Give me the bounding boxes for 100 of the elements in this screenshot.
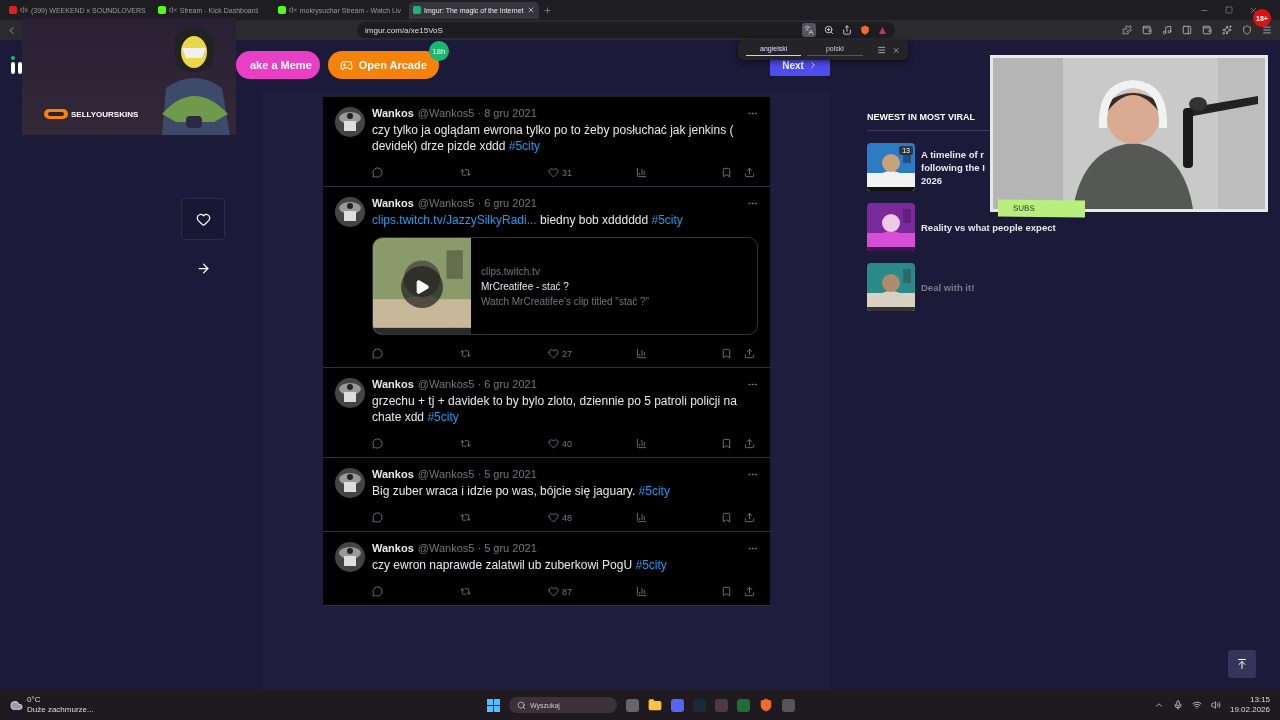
chevron-icon[interactable] <box>1153 700 1164 710</box>
bookmark-icon[interactable] <box>721 167 732 178</box>
sidebar-icon[interactable] <box>1182 25 1192 35</box>
app-icon[interactable] <box>782 698 795 712</box>
views-icon[interactable] <box>636 512 647 523</box>
bookmark-icon[interactable] <box>721 348 732 359</box>
hashtag-link[interactable]: #5city <box>427 410 459 424</box>
gamepad-icon <box>339 58 353 72</box>
speaker-icon[interactable] <box>20 6 28 14</box>
link-card[interactable]: clips.twitch.tv MrCreatifee - stać ? Watch MrCreatifee's clip titled "stać ?" <box>372 237 758 335</box>
zoom-icon[interactable] <box>824 25 834 35</box>
subs-label: SUBS <box>997 199 1086 218</box>
close-icon[interactable] <box>526 6 535 14</box>
like-count: 87 <box>562 586 572 597</box>
heart-icon <box>195 211 211 227</box>
logo-icon <box>44 109 68 119</box>
repost-icon[interactable] <box>460 348 471 359</box>
author-name: Wankos <box>372 197 414 209</box>
make-meme-button[interactable]: ake a Meme <box>236 51 320 79</box>
site-icon <box>157 6 166 14</box>
cloud-icon <box>10 698 23 712</box>
author-name: Wankos <box>372 107 414 119</box>
app-icon[interactable] <box>626 698 639 712</box>
extensions-icon[interactable] <box>1122 25 1132 35</box>
wallet-icon[interactable] <box>1142 25 1152 35</box>
heart-icon[interactable] <box>548 438 559 449</box>
repost-icon[interactable] <box>460 167 471 178</box>
wallet-icon[interactable] <box>1202 25 1212 35</box>
share-icon[interactable] <box>842 25 852 35</box>
share-icon[interactable] <box>744 348 755 359</box>
wifi-icon[interactable] <box>1191 700 1202 710</box>
post-title: Deal with it! <box>921 280 975 294</box>
address-bar[interactable]: imgur.com/a/xe15VoS <box>357 22 895 38</box>
site-icon <box>277 6 286 14</box>
shield-icon[interactable] <box>759 698 773 712</box>
tweet-handle-date: @Wankos5 · 6 gru 2021 <box>417 378 537 390</box>
tweet-text: czy tylko ja oglądam ewrona tylko po to żeby posłuchać jak jenkins ( devidek) drze pizde xddd #5city <box>372 122 735 154</box>
muted-speaker-icon[interactable] <box>288 6 297 14</box>
hashtag-link[interactable]: #5city <box>508 139 541 153</box>
maximize-icon[interactable] <box>1225 5 1233 14</box>
repost-icon[interactable] <box>460 438 471 449</box>
hashtag-link[interactable]: #5city <box>651 213 683 227</box>
share-icon[interactable] <box>744 438 755 449</box>
close-icon[interactable] <box>1249 5 1258 15</box>
folder-icon[interactable] <box>648 698 662 712</box>
tweet-text: czy ewron naprawde zalatwil ub zuberkowi PogU #5city <box>372 557 668 573</box>
tweet-handle-date: @Wankos5 · 5 gru 2021 <box>417 542 537 554</box>
share-icon[interactable] <box>744 512 755 523</box>
share-icon[interactable] <box>744 586 755 597</box>
scroll-top-button[interactable] <box>1228 650 1256 678</box>
clock-date: 19.02.2026 <box>1229 705 1270 715</box>
views-icon[interactable] <box>636 167 647 178</box>
heart-icon[interactable] <box>548 348 559 359</box>
bookmark-icon[interactable] <box>721 512 732 523</box>
bookmark-icon[interactable] <box>721 438 732 449</box>
triangle-icon[interactable] <box>878 25 887 35</box>
views-icon[interactable] <box>636 438 647 449</box>
menu-icon[interactable] <box>876 45 886 55</box>
shield-icon[interactable] <box>1242 25 1252 35</box>
arrow-icon <box>195 261 211 276</box>
translate-icon[interactable] <box>802 23 816 37</box>
speaker-icon[interactable] <box>1210 700 1221 710</box>
post-title: Reality vs what people expect <box>921 220 1056 234</box>
new-tab-icon[interactable] <box>542 5 552 15</box>
reply-icon[interactable] <box>372 512 383 523</box>
reply-icon[interactable] <box>372 348 383 359</box>
repost-icon[interactable] <box>460 512 471 523</box>
repost-icon[interactable] <box>460 586 471 597</box>
search-icon <box>517 700 526 710</box>
temperature: 0°C <box>27 695 42 705</box>
heart-icon[interactable] <box>548 512 559 523</box>
reply-icon[interactable] <box>372 586 383 597</box>
tweet-handle-date: @Wankos5 · 5 gru 2021 <box>417 468 537 480</box>
windows-icon[interactable] <box>487 698 500 712</box>
reply-icon[interactable] <box>372 167 383 178</box>
hashtag-link[interactable]: #5city <box>638 484 670 498</box>
music-icon[interactable] <box>1162 25 1172 35</box>
heart-icon[interactable] <box>548 167 559 178</box>
views-icon[interactable] <box>636 586 647 597</box>
app-icon[interactable] <box>671 698 684 712</box>
microphone-icon[interactable] <box>1172 700 1183 710</box>
muted-speaker-icon[interactable] <box>168 6 177 14</box>
menu-icon[interactable] <box>1262 25 1272 35</box>
shield-icon[interactable] <box>860 25 870 35</box>
like-count: 40 <box>562 438 572 449</box>
share-icon[interactable] <box>744 167 755 178</box>
sparkles-icon[interactable] <box>1222 25 1232 35</box>
tweet-link[interactable]: clips.twitch.tv/JazzySilkyRadi... <box>372 213 537 227</box>
reply-icon[interactable] <box>372 438 383 449</box>
views-icon[interactable] <box>636 348 647 359</box>
like-button[interactable] <box>181 198 225 240</box>
heart-icon[interactable] <box>548 586 559 597</box>
post-title: A timeline of r <box>921 147 985 161</box>
weather-text: Duże zachmurze... <box>27 705 94 715</box>
author-name: Wankos <box>372 542 414 554</box>
post-title: 2026 <box>921 173 944 187</box>
hashtag-link[interactable]: #5city <box>635 558 667 572</box>
app-icon[interactable] <box>737 698 750 712</box>
close-icon[interactable] <box>891 45 900 55</box>
bookmark-icon[interactable] <box>721 586 732 597</box>
